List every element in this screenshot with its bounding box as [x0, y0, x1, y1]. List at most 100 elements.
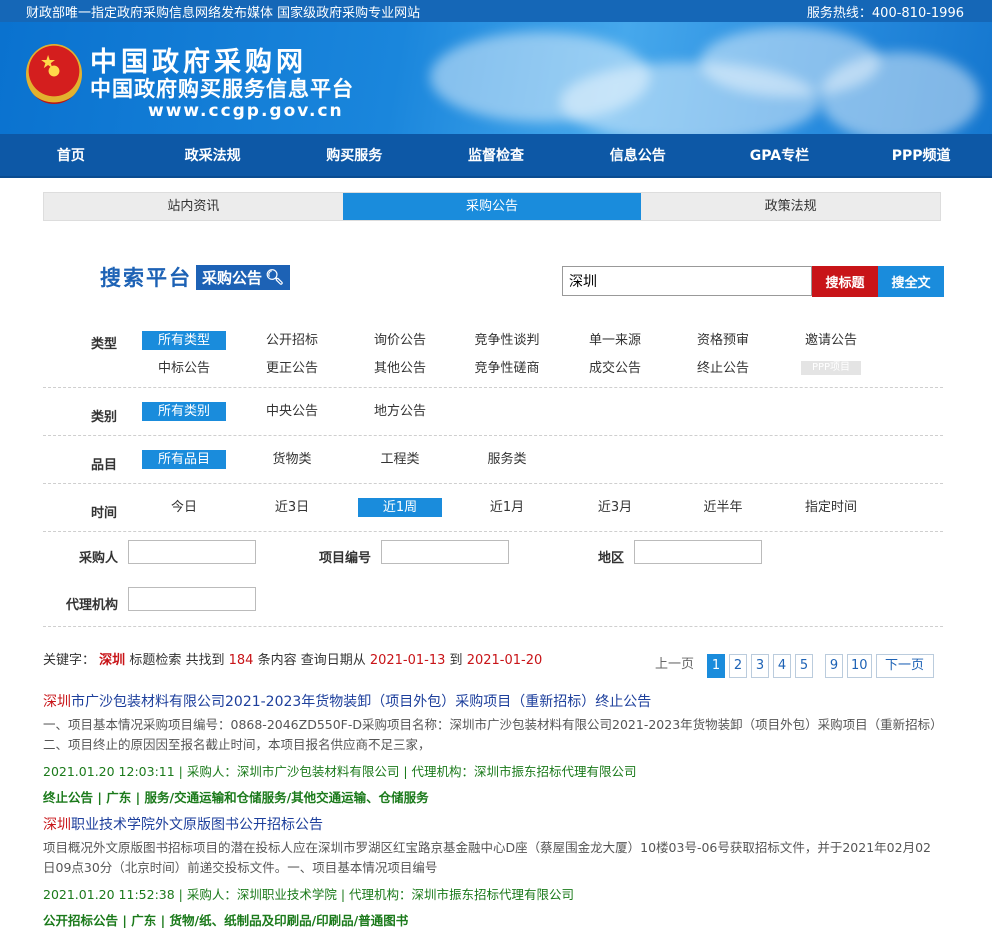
- item-filter-row: 品目 所有品目 货物类 工程类 服务类: [43, 436, 943, 484]
- search-platform-logo: 搜索平台 采购公告 🔍︎: [100, 262, 291, 292]
- summary-count: 184: [228, 653, 254, 668]
- type-option[interactable]: 询价公告: [358, 331, 442, 350]
- page-number[interactable]: 3: [751, 654, 770, 678]
- nav-supervision[interactable]: 监督检查: [425, 134, 567, 176]
- type-option[interactable]: 资格预审: [681, 331, 765, 350]
- logo-main-text: 搜索平台: [100, 266, 192, 290]
- page-number[interactable]: 2: [729, 654, 748, 678]
- summary-to-word: 到: [449, 653, 463, 668]
- type-filter-label: 类型: [91, 337, 118, 352]
- nav-announcements[interactable]: 信息公告: [567, 134, 709, 176]
- result-title-link[interactable]: 深圳职业技术学院外文原版图书公开招标公告: [43, 814, 943, 834]
- page-number[interactable]: 5: [795, 654, 814, 678]
- type-option[interactable]: 单一来源: [573, 331, 657, 350]
- result-title-highlight: 深圳: [43, 694, 71, 710]
- time-option[interactable]: 近3月: [573, 498, 657, 517]
- type-option[interactable]: 成交公告: [573, 359, 657, 378]
- time-option[interactable]: 近1月: [465, 498, 549, 517]
- type-option-ppp: PPP项目: [801, 361, 861, 375]
- result-meta: 2021.01.20 11:52:38 | 采购人：深圳职业技术学院 | 代理机…: [43, 887, 575, 902]
- tab-policies[interactable]: 政策法规: [641, 193, 940, 220]
- search-summary: 关键字： 深圳 标题检索 共找到 184 条内容 查询日期从 2021-01-1…: [43, 649, 542, 668]
- type-option[interactable]: 公开招标: [250, 331, 334, 350]
- nav-purchase-services[interactable]: 购买服务: [283, 134, 425, 176]
- page-number[interactable]: 1: [707, 654, 726, 678]
- type-option[interactable]: 竞争性谈判: [465, 331, 549, 350]
- site-url: www.ccgp.gov.cn: [148, 101, 344, 121]
- result-meta: 2021.01.20 12:03:11 | 采购人：深圳市广沙包装材料有限公司 …: [43, 764, 637, 779]
- summary-date-to: 2021-01-20: [466, 653, 543, 668]
- time-filter-row: 时间 今日 近3日 近1周 近1月 近3月 近半年 指定时间: [43, 484, 943, 532]
- result-category[interactable]: 终止公告 | 广东 | 服务/交通运输和仓储服务/其他交通运输、仓储服务: [43, 787, 943, 806]
- result-title-link[interactable]: 深圳市广沙包装材料有限公司2021-2023年货物装卸（项目外包）采购项目（重新…: [43, 691, 943, 711]
- page-number[interactable]: 10: [847, 654, 872, 678]
- summary-prefix: 关键字：: [43, 653, 96, 668]
- logo-box: 采购公告 🔍︎: [196, 264, 291, 290]
- type-option[interactable]: 中标公告: [142, 359, 226, 378]
- time-option[interactable]: 指定时间: [789, 498, 873, 517]
- next-page[interactable]: 下一页: [875, 654, 934, 678]
- result-item: 深圳职业技术学院外文原版图书公开招标公告 项目概况外文原版图书招标项目的潜在投标…: [43, 814, 943, 929]
- prev-page[interactable]: 上一页: [652, 654, 698, 678]
- type-option[interactable]: 更正公告: [250, 359, 334, 378]
- tab-procurement-notices[interactable]: 采购公告: [342, 193, 642, 220]
- project-no-label: 项目编号: [319, 551, 372, 566]
- pagination: 上一页 1 2 3 4 5 9 10 下一页: [652, 654, 934, 678]
- result-category[interactable]: 公开招标公告 | 广东 | 货物/纸、纸制品及印刷品/印刷品/普通图书: [43, 910, 943, 929]
- search-icon: 🔍︎: [265, 268, 285, 286]
- item-option[interactable]: 所有品目: [142, 450, 226, 469]
- type-option[interactable]: 所有类型: [142, 331, 226, 350]
- region-label: 地区: [598, 551, 625, 566]
- region-input[interactable]: [634, 540, 762, 564]
- time-filter-label: 时间: [91, 506, 118, 521]
- category-filter-row: 类别 所有类别 中央公告 地方公告: [43, 388, 943, 436]
- search-fulltext-button[interactable]: 搜全文: [878, 266, 944, 297]
- buyer-label: 采购人: [79, 551, 119, 566]
- nav-ppp[interactable]: PPP频道: [850, 134, 992, 176]
- time-option[interactable]: 近3日: [250, 498, 334, 517]
- search-input[interactable]: [562, 266, 812, 296]
- agency-label: 代理机构: [66, 598, 119, 613]
- site-banner: ★ 中国政府采购网 中国政府购买服务信息平台 www.ccgp.gov.cn: [0, 22, 992, 134]
- hotline: 服务热线：400-810-1996: [806, 5, 964, 21]
- banner-cloud: [820, 52, 980, 134]
- type-option[interactable]: 竞争性磋商: [465, 359, 549, 378]
- result-title-text: 市广沙包装材料有限公司2021-2023年货物装卸（项目外包）采购项目（重新招标…: [71, 694, 652, 710]
- nav-regulations[interactable]: 政采法规: [142, 134, 284, 176]
- project-no-input[interactable]: [381, 540, 509, 564]
- result-summary: 一、项目基本情况采购项目编号：0868-2046ZD550F-D采购项目名称：深…: [43, 717, 943, 752]
- national-emblem-icon: ★: [26, 44, 82, 104]
- category-option[interactable]: 所有类别: [142, 402, 226, 421]
- top-bar-slogan: 财政部唯一指定政府采购信息网络发布媒体 国家级政府采购专业网站: [26, 5, 421, 21]
- tab-site-news[interactable]: 站内资讯: [44, 193, 343, 220]
- type-option[interactable]: 终止公告: [681, 359, 765, 378]
- page-number[interactable]: 4: [773, 654, 792, 678]
- category-option[interactable]: 中央公告: [250, 402, 334, 421]
- type-option[interactable]: 其他公告: [358, 359, 442, 378]
- type-option[interactable]: 邀请公告: [789, 331, 873, 350]
- search-title-button[interactable]: 搜标题: [812, 266, 878, 297]
- site-subtitle: 中国政府购买服务信息平台: [90, 77, 354, 101]
- item-option[interactable]: 工程类: [358, 450, 442, 469]
- time-option[interactable]: 今日: [142, 498, 226, 517]
- time-option[interactable]: 近半年: [681, 498, 765, 517]
- time-option[interactable]: 近1周: [358, 498, 442, 517]
- summary-keyword: 深圳: [99, 653, 126, 668]
- agency-input[interactable]: [128, 587, 256, 611]
- page-number[interactable]: 9: [825, 654, 844, 678]
- item-option[interactable]: 货物类: [250, 450, 334, 469]
- nav-gpa[interactable]: GPA专栏: [709, 134, 851, 176]
- logo-box-text: 采购公告: [202, 268, 263, 287]
- item-option[interactable]: 服务类: [465, 450, 549, 469]
- category-option[interactable]: 地方公告: [358, 402, 442, 421]
- main-nav: 首页 政采法规 购买服务 监督检查 信息公告 GPA专栏 PPP频道: [0, 134, 992, 178]
- type-filter-row: 类型 所有类型 公开招标 询价公告 竞争性谈判 单一来源 资格预审 邀请公告 中…: [43, 325, 943, 388]
- summary-text-2: 条内容 查询日期从: [257, 653, 366, 668]
- category-filter-label: 类别: [91, 410, 118, 425]
- summary-text-1: 标题检索 共找到: [129, 653, 225, 668]
- field-filter-row: 采购人 项目编号 地区 代理机构: [43, 532, 943, 627]
- nav-home[interactable]: 首页: [0, 134, 142, 176]
- search-scope-tabs: 站内资讯 采购公告 政策法规: [43, 192, 941, 221]
- buyer-input[interactable]: [128, 540, 256, 564]
- top-bar: 财政部唯一指定政府采购信息网络发布媒体 国家级政府采购专业网站 服务热线：400…: [0, 0, 992, 22]
